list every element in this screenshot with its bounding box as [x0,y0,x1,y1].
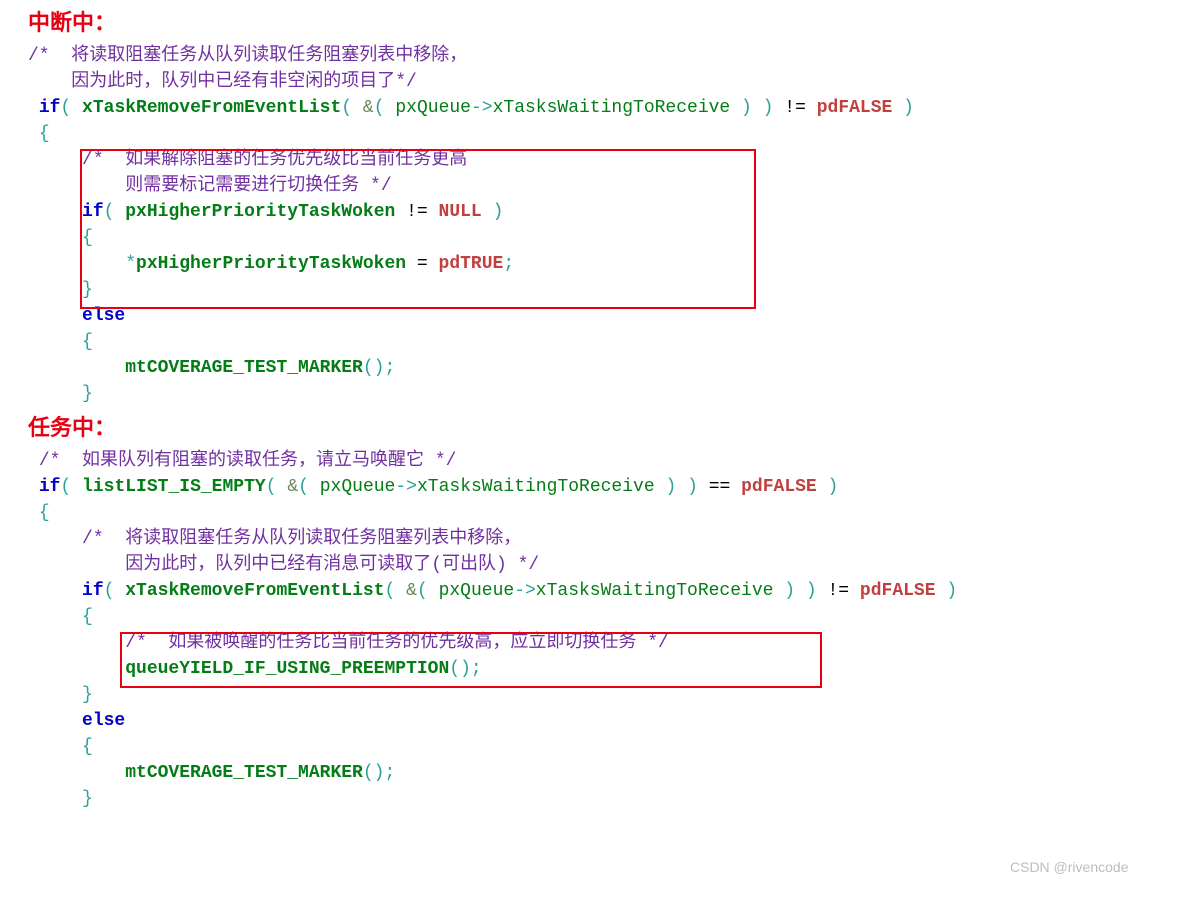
id-pxHigherPriorityTaskWoken: pxHigherPriorityTaskWoken [125,202,395,222]
arrow: -> [471,98,493,118]
deref-star: * [125,254,136,274]
id-pdFALSE: pdFALSE [741,477,817,497]
ampersand: & [287,477,298,497]
comment: /* 如果被唤醒的任务比当前任务的优先级高，应立即切换任务 */ [125,633,669,653]
brace: { [39,503,50,523]
comment: 则需要标记需要进行切换任务 */ [82,176,392,196]
op-ne: != [828,581,850,601]
arrow: -> [514,581,536,601]
heading-interrupt: 中断中： [28,8,1168,39]
brace: } [82,384,93,404]
ampersand: & [406,581,417,601]
keyword-if: if [82,202,104,222]
id-pxQueue: pxQueue [320,477,396,497]
id-pdTRUE: pdTRUE [439,254,504,274]
id-xTasksWaitingToReceive: xTasksWaitingToReceive [493,98,731,118]
keyword-if: if [82,581,104,601]
comment: /* 将读取阻塞任务从队列读取任务阻塞列表中移除， [82,529,521,549]
keyword-if: if [39,477,61,497]
comment: /* 将读取阻塞任务从队列读取任务阻塞列表中移除， [28,46,467,66]
brace: { [82,607,93,627]
op-eq: == [709,477,731,497]
id-xTasksWaitingToReceive: xTasksWaitingToReceive [417,477,655,497]
comment: 因为此时，队列中已经有消息可读取了(可出队) */ [82,555,539,575]
brace: { [82,737,93,757]
id-pdFALSE: pdFALSE [860,581,936,601]
semicolon: ; [384,763,395,783]
id-xTasksWaitingToReceive: xTasksWaitingToReceive [536,581,774,601]
code-interrupt: /* 将读取阻塞任务从队列读取任务阻塞列表中移除， 因为此时，队列中已经有非空闲… [28,43,1168,407]
code-task: /* 如果队列有阻塞的读取任务，请立马唤醒它 */ if( listLIST_I… [28,448,1168,812]
brace: { [82,332,93,352]
op-ne: != [406,202,428,222]
comment: 因为此时，队列中已经有非空闲的项目了*/ [28,72,417,92]
arrow: -> [395,477,417,497]
brace: { [39,124,50,144]
comment: /* 如果队列有阻塞的读取任务，请立马唤醒它 */ [39,451,457,471]
fn-mtCOVERAGE_TEST_MARKER: mtCOVERAGE_TEST_MARKER [125,358,363,378]
op-assign: = [417,254,428,274]
brace: } [82,685,93,705]
comment: /* 如果解除阻塞的任务优先级比当前任务更高 [82,150,467,170]
keyword-else: else [82,711,125,731]
id-pxQueue: pxQueue [395,98,471,118]
semicolon: ; [384,358,395,378]
id-pxHigherPriorityTaskWoken: pxHigherPriorityTaskWoken [136,254,406,274]
ampersand: & [363,98,374,118]
brace: { [82,228,93,248]
fn-queueYIELD_IF_USING_PREEMPTION: queueYIELD_IF_USING_PREEMPTION [125,659,449,679]
code-block-interrupt: /* 将读取阻塞任务从队列读取任务阻塞列表中移除， 因为此时，队列中已经有非空闲… [28,43,1168,407]
id-pdFALSE: pdFALSE [817,98,893,118]
fn-listLIST_IS_EMPTY: listLIST_IS_EMPTY [82,477,266,497]
semicolon: ; [471,659,482,679]
watermark: CSDN @rivencode [1010,858,1128,878]
keyword-else: else [82,306,125,326]
keyword-if: if [39,98,61,118]
fn-xTaskRemoveFromEventList: xTaskRemoveFromEventList [125,581,384,601]
op-ne: != [784,98,806,118]
heading-task: 任务中： [28,413,1168,444]
id-pxQueue: pxQueue [439,581,515,601]
code-block-task: /* 如果队列有阻塞的读取任务，请立马唤醒它 */ if( listLIST_I… [28,448,1168,812]
brace: } [82,789,93,809]
id-NULL: NULL [439,202,482,222]
semicolon: ; [503,254,514,274]
brace: } [82,280,93,300]
fn-xTaskRemoveFromEventList: xTaskRemoveFromEventList [82,98,341,118]
fn-mtCOVERAGE_TEST_MARKER: mtCOVERAGE_TEST_MARKER [125,763,363,783]
